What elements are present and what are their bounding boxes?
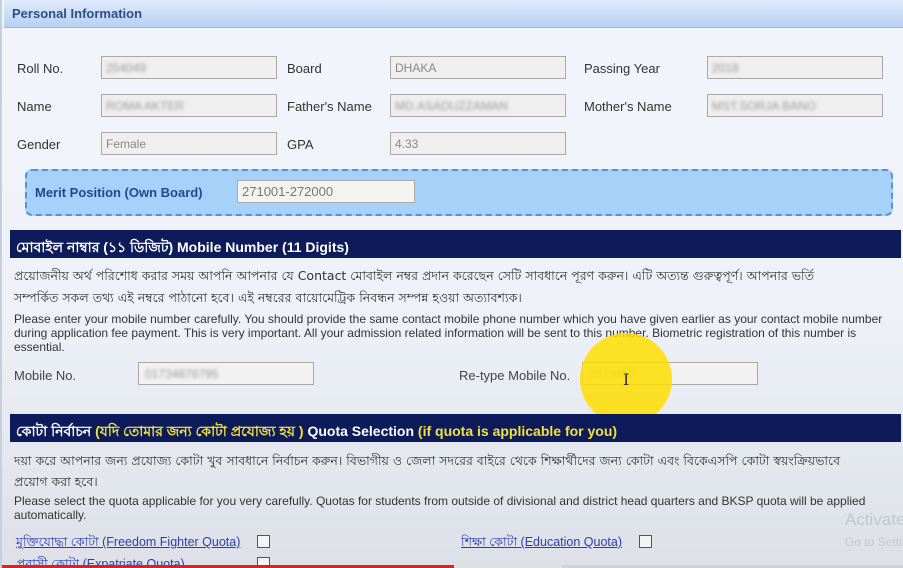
personal-information-header: Personal Information (4, 0, 903, 28)
passing-year-label: Passing Year (584, 61, 660, 76)
roll-no-label: Roll No. (17, 61, 64, 76)
text-cursor-icon: I (623, 370, 630, 389)
gender-field[interactable]: Female (101, 132, 277, 155)
quota-instructions-bn-line2: প্রয়োগ করা হবে। (14, 474, 98, 489)
quota-title-bn: কোটা নির্বাচন (16, 423, 92, 439)
mobile-number-section-header: মোবাইল নাম্বার (১১ ডিজিট) Mobile Number … (10, 230, 901, 258)
application-form-panel: Personal Information Roll No. 254049 Boa… (0, 0, 903, 568)
roll-no-field[interactable]: 254049 (101, 56, 277, 79)
name-field[interactable]: ROMA AKTER (101, 94, 277, 117)
merit-position-field[interactable]: 271001-272000 (237, 180, 415, 203)
fathers-name-field[interactable]: MD.ASADUZZAMAN (390, 94, 566, 117)
name-value: ROMA AKTER (106, 99, 185, 113)
mobile-instructions-bn-line2: সম্পর্কিত সকল তথ্য এই নম্বরে পাঠানো হবে।… (14, 290, 522, 305)
education-quota-checkbox[interactable] (639, 535, 652, 548)
gpa-field[interactable]: 4.33 (390, 132, 566, 155)
quota-instructions-en: Please select the quota applicable for y… (14, 494, 866, 522)
activate-windows-subtext: Go to Settings to activate Windows. (845, 535, 903, 549)
freedom-fighter-quota-link[interactable]: মুক্তিযোদ্ধা কোটা (Freedom Fighter Quota… (16, 534, 240, 554)
quota-selection-section-header: কোটা নির্বাচন (যদি তোমার জন্য কোটা প্রযো… (10, 414, 901, 442)
education-quota-link[interactable]: শিক্ষা কোটা (Education Quota) (461, 534, 622, 554)
board-label: Board (287, 61, 322, 76)
activate-windows-watermark: Activate Windows (845, 510, 903, 529)
passing-year-value: 2018 (712, 61, 739, 75)
quota-title-bn-note: (যদি তোমার জন্য কোটা প্রযোজ্য হয় ) (95, 423, 304, 439)
board-field[interactable]: DHAKA (390, 56, 566, 79)
merit-position-label: Merit Position (Own Board) (35, 185, 203, 200)
name-label: Name (17, 99, 52, 114)
roll-no-value: 254049 (106, 61, 147, 75)
mobile-no-label: Mobile No. (14, 368, 77, 383)
fathers-name-label: Father's Name (287, 99, 372, 114)
quota-instructions-bn-line1: দয়া করে আপনার জন্য প্রযোজ্য কোটা খুব সা… (14, 453, 841, 468)
quota-title-en: Quota Selection (307, 423, 415, 439)
mobile-no-value: 01734876795 (145, 367, 219, 381)
mobile-instructions-en: Please enter your mobile number carefull… (14, 312, 883, 354)
freedom-fighter-quota-checkbox[interactable] (257, 535, 270, 548)
mobile-instructions-bn-line1: প্রয়োজনীয় অর্থ পরিশোধ করার সময় আপনি আ… (14, 268, 814, 283)
quota-title-en-note: (if quota is applicable for you) (417, 423, 618, 439)
passing-year-field[interactable]: 2018 (707, 56, 883, 79)
fathers-name-value: MD.ASADUZZAMAN (395, 99, 508, 113)
gender-label: Gender (17, 137, 61, 152)
mothers-name-field[interactable]: MST.SORJA BANO (707, 94, 883, 117)
mothers-name-value: MST.SORJA BANO (712, 99, 817, 113)
mothers-name-label: Mother's Name (584, 99, 672, 114)
mobile-no-input[interactable]: 01734876795 (138, 362, 314, 385)
retype-mobile-no-label: Re-type Mobile No. (459, 368, 571, 383)
personal-information-title: Personal Information (12, 6, 143, 21)
gpa-label: GPA (287, 137, 314, 152)
